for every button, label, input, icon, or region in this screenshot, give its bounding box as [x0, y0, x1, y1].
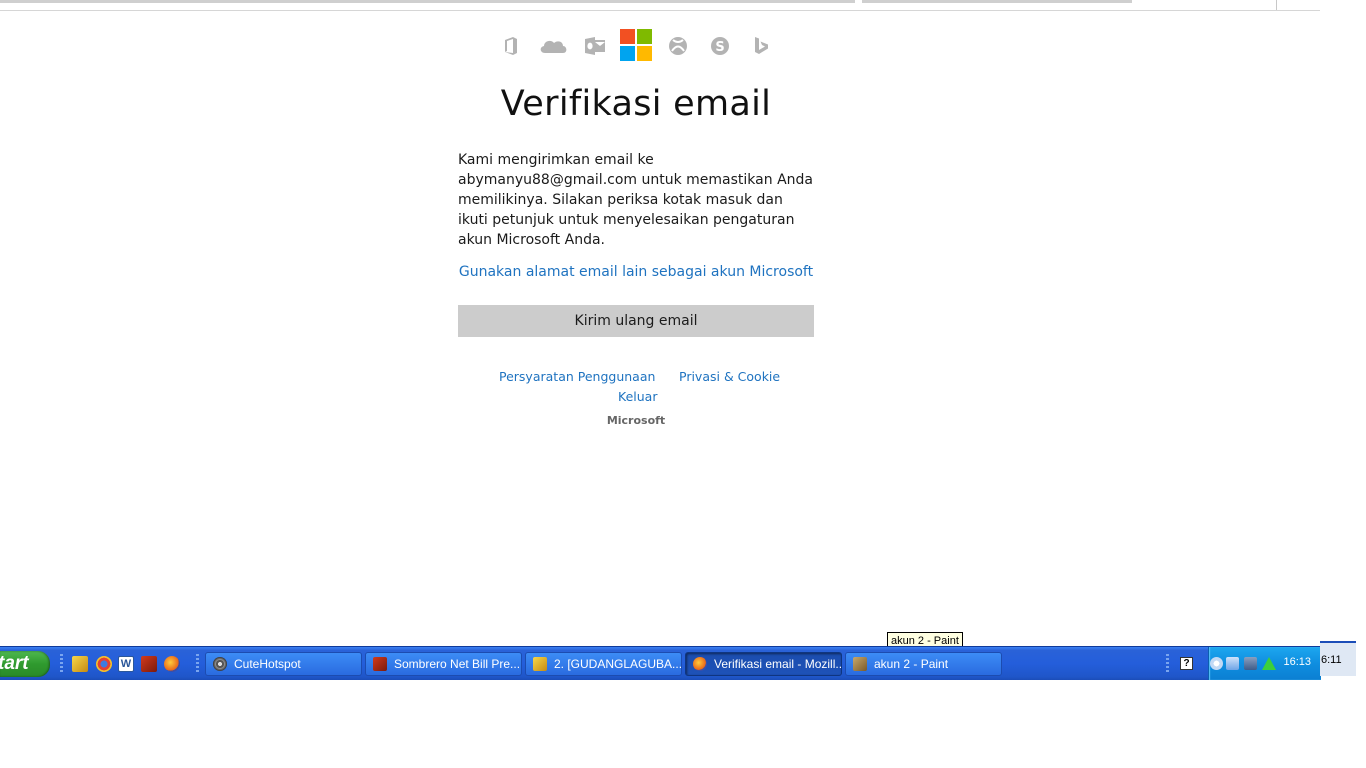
flashget-icon — [533, 657, 547, 671]
microsoft-logo-yellow — [637, 46, 652, 61]
start-button[interactable]: tart — [0, 651, 50, 677]
top-scroll-segment — [0, 0, 855, 3]
top-separator — [1276, 0, 1277, 10]
system-tray: 16:13 — [1208, 647, 1321, 680]
taskbar-button-sombrero[interactable]: Sombrero Net Bill Pre... — [365, 652, 522, 676]
microsoft-logo-red — [620, 29, 635, 44]
firefox-icon — [693, 657, 707, 671]
office-icon — [496, 28, 526, 64]
warning-icon[interactable] — [1262, 657, 1276, 670]
bing-icon — [746, 28, 776, 64]
taskbar-button-label: Verifikasi email - Mozill... — [714, 657, 842, 671]
paint-icon — [853, 657, 867, 671]
network-icon[interactable] — [1226, 657, 1239, 670]
use-other-email-link[interactable]: Gunakan alamat email lain sebagai akun M… — [458, 262, 814, 282]
sign-out-link[interactable]: Keluar — [618, 389, 657, 405]
taskbar-button-paint[interactable]: akun 2 - Paint — [845, 652, 1002, 676]
monitor-icon[interactable] — [1244, 657, 1257, 670]
taskbar-button-label: CuteHotspot — [234, 657, 301, 671]
taskbar-button-firefox[interactable]: Verifikasi email - Mozill... — [685, 652, 842, 676]
svg-text:S: S — [715, 40, 724, 55]
word-icon[interactable]: W — [118, 656, 134, 672]
taskbar-grip[interactable] — [60, 654, 63, 674]
microsoft-logo — [620, 29, 652, 61]
taskbar: tart W CuteHotspot Sombrero Net Bill Pre… — [0, 646, 1321, 680]
taskbar-clock[interactable]: 16:13 — [1283, 656, 1311, 668]
top-scroll-segment — [862, 0, 1132, 3]
skype-icon: S — [705, 28, 735, 64]
side-clock-box: 6:11 — [1320, 641, 1356, 676]
chrome-icon[interactable] — [96, 656, 112, 672]
sombrero-icon[interactable] — [141, 656, 157, 672]
taskbar-button-label: akun 2 - Paint — [874, 657, 949, 671]
taskbar-grip[interactable] — [1166, 654, 1169, 674]
product-icons-row: S — [496, 28, 776, 64]
resend-email-button[interactable]: Kirim ulang email — [458, 305, 814, 337]
microsoft-footer-brand: Microsoft — [606, 414, 666, 427]
microsoft-logo-blue — [620, 46, 635, 61]
firefox-icon[interactable] — [164, 656, 180, 672]
microsoft-logo-green — [637, 29, 652, 44]
side-clock: 6:11 — [1321, 654, 1342, 666]
verification-description: Kami mengirimkan email ke abymanyu88@gma… — [458, 152, 813, 248]
sombrero-icon — [373, 657, 387, 671]
privacy-cookies-link[interactable]: Privasi & Cookie — [679, 369, 780, 385]
help-icon[interactable]: ? — [1180, 657, 1193, 670]
flashget-icon[interactable] — [72, 656, 88, 672]
start-label: tart — [0, 653, 29, 674]
terms-of-use-link[interactable]: Persyaratan Penggunaan — [499, 369, 655, 385]
taskbar-grip[interactable] — [196, 654, 199, 674]
taskbar-button-label: Sombrero Net Bill Pre... — [394, 657, 521, 671]
outlook-icon — [580, 28, 610, 64]
xbox-icon — [663, 28, 693, 64]
tray-collapse-icon[interactable] — [1210, 657, 1223, 670]
onedrive-icon — [536, 28, 570, 64]
page-title: Verifikasi email — [500, 84, 772, 124]
browser-top-edge — [0, 0, 1320, 11]
taskbar-button-label: 2. [GUDANGLAGUBA... — [554, 657, 682, 671]
taskbar-button-download[interactable]: 2. [GUDANGLAGUBA... — [525, 652, 682, 676]
taskbar-button-cutehotspot[interactable]: CuteHotspot — [205, 652, 362, 676]
wifi-icon — [213, 657, 227, 671]
